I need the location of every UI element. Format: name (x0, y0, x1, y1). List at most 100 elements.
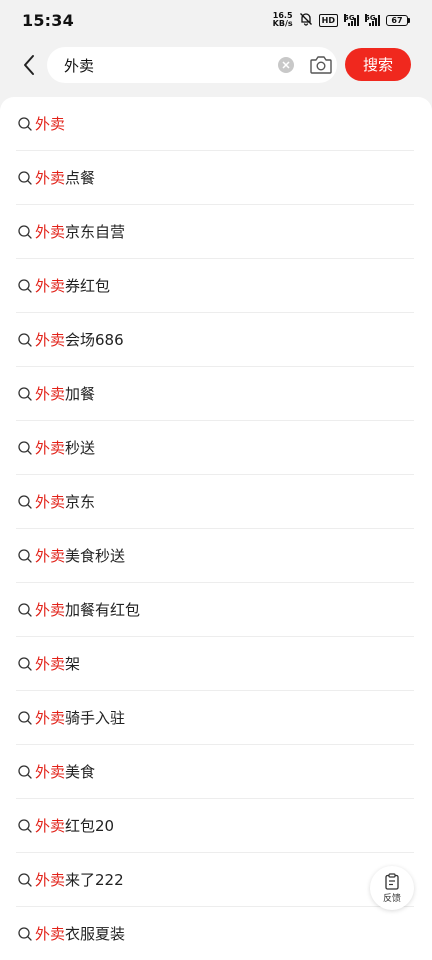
suggestion-text: 外卖秒送 (35, 438, 95, 458)
search-bar: 搜索 (0, 44, 432, 86)
search-icon (18, 332, 32, 347)
suggestion-item[interactable]: 外卖点餐 (16, 151, 414, 205)
suggestion-item[interactable]: 外卖来了222 (16, 853, 414, 907)
suggestion-keyword: 外卖 (35, 654, 66, 673)
search-icon (18, 278, 32, 293)
search-icon (18, 656, 32, 671)
suggestion-keyword: 外卖 (35, 925, 66, 943)
search-icon (18, 764, 32, 779)
status-icons: 16.5 KB/s HD 5G 5G 67 (273, 12, 410, 29)
suggestion-item[interactable]: 外卖美食秒送 (16, 529, 414, 583)
close-icon (282, 61, 290, 69)
search-icon (18, 872, 32, 887)
suggestion-text: 外卖 (35, 114, 65, 134)
suggestion-keyword: 外卖 (35, 762, 66, 781)
suggestion-suffix: 来了222 (65, 870, 124, 889)
signal-icon: 5G (344, 14, 359, 26)
suggestion-keyword: 外卖 (35, 438, 66, 457)
suggestion-text: 外卖美食 (35, 762, 95, 782)
suggestion-suffix: 秒送 (65, 438, 96, 457)
feedback-label: 反馈 (382, 893, 401, 904)
suggestion-suffix: 骑手入驻 (65, 708, 126, 727)
search-icon (18, 602, 32, 617)
suggestion-text: 外卖加餐 (35, 384, 95, 404)
suggestion-item[interactable]: 外卖美食 (16, 745, 414, 799)
suggestion-keyword: 外卖 (35, 816, 66, 835)
search-icon (18, 170, 32, 185)
suggestion-item[interactable]: 外卖京东 (16, 475, 414, 529)
suggestion-suffix: 京东自营 (65, 222, 126, 241)
suggestion-suffix: 架 (65, 654, 81, 673)
suggestion-item[interactable]: 外卖 (16, 97, 414, 151)
suggestion-item[interactable]: 外卖架 (16, 637, 414, 691)
search-icon (18, 927, 32, 941)
suggestion-suffix: 会场686 (65, 330, 124, 349)
suggestion-suffix: 红包20 (65, 816, 115, 835)
search-icon (18, 710, 32, 725)
battery-icon: 67 (386, 14, 410, 26)
hd-badge: HD (318, 13, 338, 27)
suggestion-text: 外卖会场686 (35, 330, 124, 350)
suggestion-text: 外卖架 (35, 654, 80, 674)
suggestion-text: 外卖红包20 (35, 816, 114, 836)
suggestion-keyword: 外卖 (35, 276, 66, 295)
battery-level: 67 (386, 14, 408, 26)
suggestion-item[interactable]: 外卖会场686 (16, 313, 414, 367)
search-icon (18, 224, 32, 239)
search-button[interactable]: 搜索 (345, 48, 411, 81)
camera-search-button[interactable] (309, 54, 333, 76)
suggestion-item[interactable]: 外卖衣服夏装 (16, 907, 414, 960)
suggestion-item[interactable]: 外卖秒送 (16, 421, 414, 475)
network-speed-unit: KB/s (272, 19, 293, 28)
camera-icon (310, 56, 332, 74)
suggestion-suffix: 加餐有红包 (65, 600, 141, 619)
signal-label: 5G (365, 14, 376, 22)
chevron-left-icon (24, 55, 34, 75)
suggestion-keyword: 外卖 (35, 492, 66, 511)
suggestion-item[interactable]: 外卖加餐有红包 (16, 583, 414, 637)
back-button[interactable] (16, 52, 42, 78)
suggestion-item[interactable]: 外卖加餐 (16, 367, 414, 421)
suggestion-keyword: 外卖 (35, 546, 66, 565)
suggestion-text: 外卖京东 (35, 492, 95, 512)
suggestion-item[interactable]: 外卖券红包 (16, 259, 414, 313)
suggestion-keyword: 外卖 (35, 384, 66, 403)
clear-button[interactable] (278, 57, 294, 73)
suggestion-keyword: 外卖 (35, 870, 66, 889)
suggestion-text: 外卖京东自营 (35, 222, 125, 242)
search-icon (18, 440, 32, 455)
suggestion-item[interactable]: 外卖骑手入驻 (16, 691, 414, 745)
suggestion-suffix: 加餐 (65, 384, 96, 403)
suggestion-keyword: 外卖 (35, 330, 66, 349)
suggestion-text: 外卖来了222 (35, 870, 124, 890)
suggestion-text: 外卖券红包 (35, 276, 110, 296)
search-icon (18, 818, 32, 833)
mute-bell-icon (299, 12, 313, 29)
suggestion-list: 外卖 外卖点餐 外卖京东自营 外卖券红包 外卖会场686 外卖加餐 外卖秒送 外… (0, 97, 432, 960)
signal-icon: 5G (365, 14, 380, 26)
suggestion-suffix: 美食秒送 (65, 546, 126, 565)
suggestion-text: 外卖点餐 (35, 168, 95, 188)
search-input[interactable] (64, 55, 264, 75)
suggestion-keyword: 外卖 (35, 708, 66, 727)
suggestion-text: 外卖美食秒送 (35, 546, 125, 566)
search-icon (18, 386, 32, 401)
search-icon (18, 494, 32, 509)
suggestion-suffix: 京东 (65, 492, 96, 511)
search-icon (18, 548, 32, 563)
suggestion-item[interactable]: 外卖红包20 (16, 799, 414, 853)
status-time: 15:34 (22, 10, 74, 30)
feedback-button[interactable]: 反馈 (370, 866, 414, 910)
suggestion-keyword: 外卖 (35, 114, 66, 133)
search-icon (18, 116, 32, 131)
suggestion-item[interactable]: 外卖京东自营 (16, 205, 414, 259)
search-box[interactable] (47, 47, 337, 83)
suggestion-keyword: 外卖 (35, 600, 66, 619)
suggestion-keyword: 外卖 (35, 168, 66, 187)
suggestion-suffix: 美食 (65, 762, 96, 781)
suggestion-keyword: 外卖 (35, 222, 66, 241)
suggestion-suffix: 券红包 (65, 276, 111, 295)
suggestion-text: 外卖加餐有红包 (35, 600, 140, 620)
suggestion-suffix: 衣服夏装 (65, 925, 126, 943)
suggestion-text: 外卖骑手入驻 (35, 708, 125, 728)
